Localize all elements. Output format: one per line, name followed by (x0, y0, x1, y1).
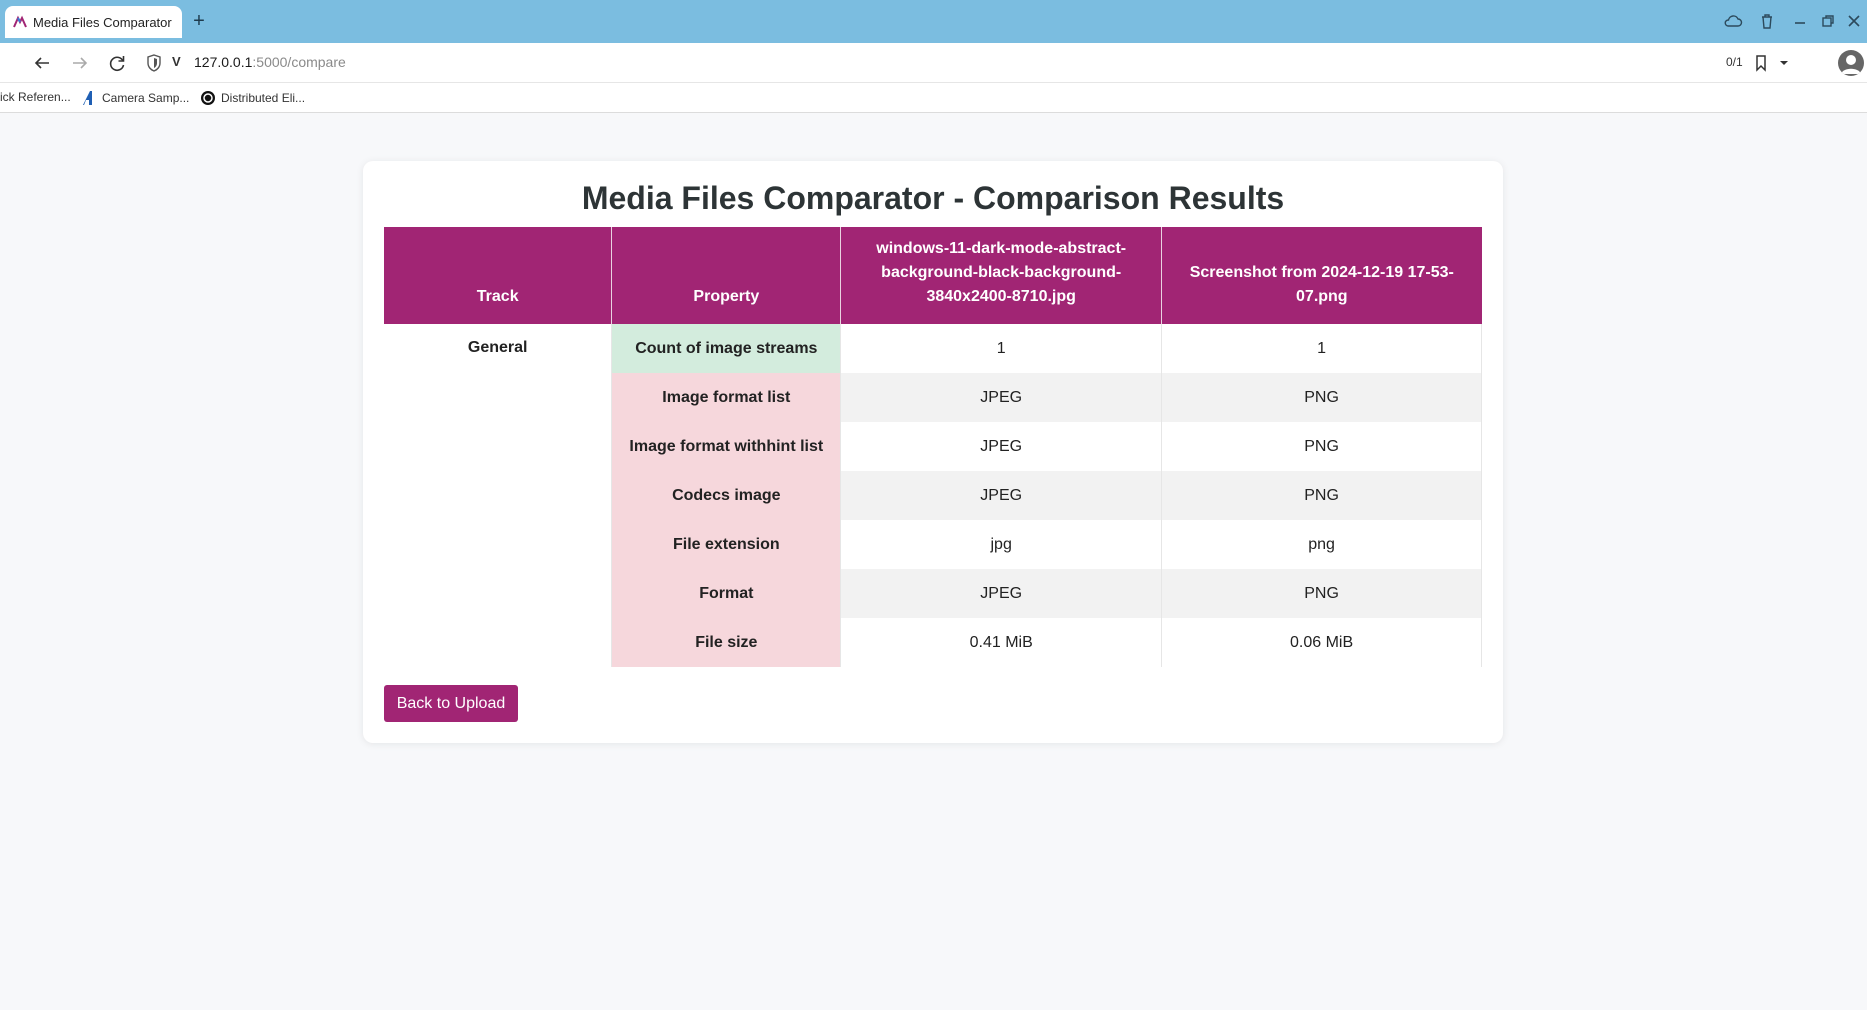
cloud-icon[interactable] (1723, 11, 1743, 31)
page-title: Media Files Comparator - Comparison Resu… (581, 180, 1285, 216)
distributed-icon (201, 91, 215, 105)
browser-tab-active[interactable]: Media Files Comparator - Comparison Resu… (5, 6, 182, 38)
results-card: Media Files Comparator - Comparison Resu… (363, 161, 1503, 743)
restore-icon[interactable] (1818, 11, 1838, 31)
find-counter: 0/1 (1726, 55, 1743, 69)
file1-value-cell: 1 (840, 324, 1163, 373)
bookmark-label: Camera Samp... (102, 91, 190, 105)
app-logo-icon (13, 15, 27, 28)
property-cell: File size (611, 618, 842, 667)
trash-icon[interactable] (1757, 11, 1777, 31)
file2-value-cell: PNG (1161, 471, 1482, 520)
bookmark-label: Distributed Eli... (221, 91, 306, 105)
file1-value-cell: JPEG (840, 569, 1163, 618)
user-avatar[interactable] (1838, 50, 1864, 76)
bookmark-icon[interactable] (1750, 53, 1772, 75)
column-header-file2: Screenshot from 2024-12-19 17-53-07.png (1161, 227, 1482, 324)
camera-app-icon (83, 91, 92, 105)
url-path: :5000/compare (252, 54, 346, 70)
track-cell: General (384, 324, 613, 667)
shield-icon[interactable] (146, 54, 162, 72)
chevron-down-icon[interactable] (1773, 53, 1795, 75)
bookmark-item[interactable]: Distributed Eli... (200, 90, 305, 106)
new-tab-button[interactable]: + (188, 10, 210, 32)
property-cell: Codecs image (611, 471, 842, 520)
file1-value-cell: JPEG (840, 471, 1163, 520)
address-bar[interactable]: 127.0.0.1:5000/compare (194, 54, 346, 70)
forward-arrow-icon[interactable] (69, 52, 91, 74)
file1-value-cell: JPEG (840, 422, 1163, 471)
file2-value-cell: 1 (1161, 324, 1482, 373)
property-cell: Format (611, 569, 842, 618)
file2-value-cell: png (1161, 520, 1482, 569)
property-cell: Count of image streams (611, 324, 842, 373)
file1-value-cell: JPEG (840, 373, 1163, 422)
column-header-file1: windows-11-dark-mode-abstract-background… (840, 227, 1163, 324)
table-header-row: Track Property windows-11-dark-mode-abst… (384, 227, 1482, 324)
property-cell: Image format withhint list (611, 422, 842, 471)
site-identity-badge[interactable]: V (172, 54, 181, 69)
comparison-table: Track Property windows-11-dark-mode-abst… (384, 227, 1482, 667)
bookmark-label: ick Referen... (0, 90, 71, 104)
tab-bar: Media Files Comparator - Comparison Resu… (0, 0, 1867, 43)
bookmarks-bar: ick Referen... Camera Samp... Distribute… (0, 83, 1867, 113)
minimize-icon[interactable] (1790, 11, 1810, 31)
file2-value-cell: 0.06 MiB (1161, 618, 1482, 667)
table-row: General Count of image streams 1 1 (384, 324, 1482, 667)
bookmark-item[interactable]: Camera Samp... (81, 90, 189, 106)
back-to-upload-button[interactable]: Back to Upload (384, 685, 518, 722)
property-cell: Image format list (611, 373, 842, 422)
tab-title: Media Files Comparator - Comparison Resu… (33, 14, 174, 30)
reload-icon[interactable] (106, 52, 128, 74)
back-arrow-icon[interactable] (31, 52, 53, 74)
bookmark-item[interactable]: ick Referen... (0, 90, 71, 104)
url-host: 127.0.0.1 (194, 54, 253, 70)
column-header-property: Property (611, 227, 842, 324)
file2-value-cell: PNG (1161, 422, 1482, 471)
file1-value-cell: 0.41 MiB (840, 618, 1163, 667)
file2-value-cell: PNG (1161, 373, 1482, 422)
navigation-bar: V 127.0.0.1:5000/compare 0/1 (0, 43, 1867, 83)
close-icon[interactable] (1844, 11, 1864, 31)
property-cell: File extension (611, 520, 842, 569)
column-header-track: Track (384, 227, 613, 324)
file2-value-cell: PNG (1161, 569, 1482, 618)
file1-value-cell: jpg (840, 520, 1163, 569)
